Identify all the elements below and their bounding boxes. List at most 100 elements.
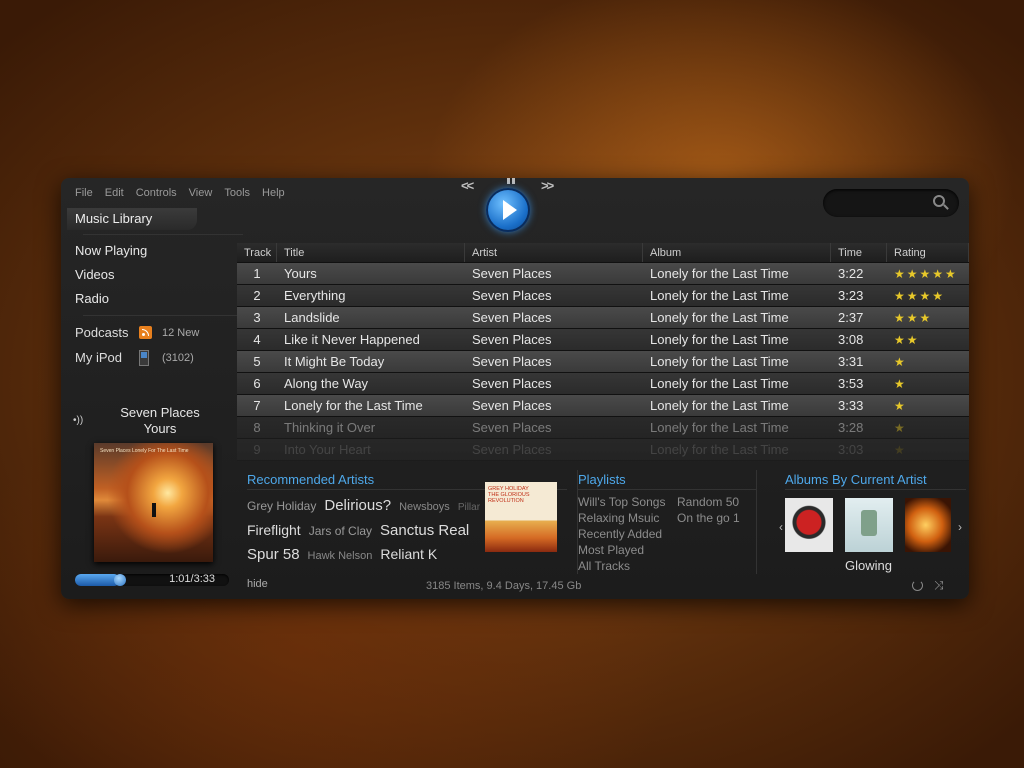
playlist-item[interactable]: All Tracks (578, 558, 677, 574)
sidebar-item-videos[interactable]: Videos (75, 263, 233, 287)
rss-icon (139, 326, 152, 339)
artist-tag[interactable]: Sanctus Real (380, 522, 469, 539)
track-title: Along the Way (284, 376, 369, 391)
pause-icon[interactable] (506, 178, 516, 184)
playlist-item[interactable]: Relaxing Msuic (578, 510, 677, 526)
album-cover-text: Seven Places Lonely For The Last Time (100, 448, 189, 454)
star-rating[interactable]: ★ (887, 351, 969, 372)
artist-tag[interactable]: Hawk Nelson (308, 550, 373, 562)
artist-tag[interactable]: Grey Holiday (247, 499, 316, 513)
track-number: 9 (253, 442, 261, 457)
column-header-rating[interactable]: Rating (887, 243, 969, 262)
sidebar-item-music-library[interactable]: Music Library (67, 208, 197, 230)
sidebar-item-ipod[interactable]: My iPod (3102) (75, 345, 233, 370)
now-playing-panel: •)) Seven Places Yours Seven Places Lone… (71, 405, 229, 586)
track-time: 3:23 (838, 288, 864, 303)
playlists-column-2: Random 50 On the go 1 (677, 494, 740, 574)
star-rating[interactable]: ★ (887, 395, 969, 416)
playlist-item[interactable]: On the go 1 (677, 510, 740, 526)
track-time: 3:33 (838, 398, 864, 413)
star-rating[interactable]: ★★★★ (887, 285, 969, 306)
repeat-icon[interactable] (912, 580, 923, 591)
playlist-item[interactable]: Random 50 (677, 494, 740, 510)
track-title: Into Your Heart (284, 442, 371, 457)
rewind-button[interactable]: << (461, 178, 474, 193)
track-title: Lonely for the Last Time (284, 398, 423, 413)
artist-tag[interactable]: Fireflight (247, 522, 301, 538)
hide-link[interactable]: hide (247, 578, 268, 590)
search-icon[interactable] (933, 195, 945, 207)
column-header-time[interactable]: Time (831, 243, 887, 262)
menu-edit[interactable]: Edit (105, 187, 124, 199)
star-rating[interactable]: ★★★★★ (887, 263, 969, 284)
transport-controls: << >> (441, 178, 571, 232)
playlist-item[interactable]: Will's Top Songs (578, 494, 677, 510)
playlist-item[interactable]: Most Played (578, 542, 677, 558)
track-time: 3:31 (838, 354, 864, 369)
album-art-figure (152, 503, 156, 517)
track-table: Track Title Artist Album Time Rating 1 Yo… (237, 243, 969, 468)
recommended-album-cover[interactable]: GREY HOLIDAY THE GLORIOUS REVOLUTION (485, 482, 557, 552)
track-album: Lonely for the Last Time (650, 288, 789, 303)
star-rating[interactable]: ★ (887, 373, 969, 394)
podcasts-label: Podcasts (75, 325, 129, 340)
chevron-right-icon[interactable]: › (958, 520, 962, 534)
recommended-artists-panel: Recommended Artists Grey Holiday Deliriou… (247, 470, 567, 574)
play-button[interactable] (486, 188, 530, 232)
track-album: Lonely for the Last Time (650, 354, 789, 369)
column-header-album[interactable]: Album (643, 243, 831, 262)
artist-tag[interactable]: Spur 58 (247, 546, 300, 563)
sidebar-item-podcasts[interactable]: Podcasts 12 New (75, 320, 233, 345)
track-album: Lonely for the Last Time (650, 420, 789, 435)
divider (83, 315, 243, 316)
track-time: 3:28 (838, 420, 864, 435)
table-row[interactable]: 6 Along the Way Seven Places Lonely for the… (237, 373, 969, 395)
podcasts-new-count: 12 New (162, 326, 200, 339)
star-rating[interactable]: ★★★ (887, 307, 969, 328)
track-album: Lonely for the Last Time (650, 376, 789, 391)
library-summary: 3185 Items, 9.4 Days, 17.45 Gb (426, 580, 582, 592)
search-input[interactable] (823, 189, 923, 217)
star-rating[interactable]: ★ (887, 417, 969, 438)
artist-tag[interactable]: Newsboys (399, 501, 450, 513)
table-row[interactable]: 2 Everything Seven Places Lonely for the La… (237, 285, 969, 307)
menu-file[interactable]: File (75, 187, 93, 199)
album-thumbnail[interactable] (845, 498, 893, 552)
artist-tag[interactable]: Pillar (458, 502, 480, 513)
track-number: 7 (253, 398, 261, 413)
fast-forward-button[interactable]: >> (541, 178, 554, 193)
track-artist: Seven Places (472, 442, 552, 457)
column-header-artist[interactable]: Artist (465, 243, 643, 262)
star-rating[interactable]: ★★ (887, 329, 969, 350)
album-thumbnail[interactable] (905, 498, 951, 552)
track-time: 3:08 (838, 332, 864, 347)
column-header-title[interactable]: Title (277, 243, 465, 262)
albums-by-artist-title: Albums By Current Artist (785, 470, 966, 490)
artist-tag[interactable]: Jars of Clay (309, 524, 372, 538)
artist-tag[interactable]: Delirious? (324, 497, 391, 514)
table-row[interactable]: 3 Landslide Seven Places Lonely for the Las… (237, 307, 969, 329)
table-row[interactable]: 8 Thinking it Over Seven Places Lonely for … (237, 417, 969, 439)
recommended-cover-text: GREY HOLIDAY THE GLORIOUS REVOLUTION (488, 486, 530, 504)
album-thumbnail[interactable] (785, 498, 833, 552)
track-number: 8 (253, 420, 261, 435)
menu-bar: File Edit Controls View Tools Help (75, 187, 285, 199)
column-header-track[interactable]: Track (237, 243, 277, 262)
table-row[interactable]: 7 Lonely for the Last Time Seven Places Lon… (237, 395, 969, 417)
sidebar-item-radio[interactable]: Radio (75, 287, 233, 311)
menu-help[interactable]: Help (262, 187, 285, 199)
chevron-left-icon[interactable]: ‹ (779, 520, 783, 534)
table-row[interactable]: 5 It Might Be Today Seven Places Lonely for… (237, 351, 969, 373)
menu-tools[interactable]: Tools (224, 187, 250, 199)
star-rating[interactable]: ★ (887, 439, 969, 460)
playlist-item[interactable]: Recently Added (578, 526, 677, 542)
table-row[interactable]: 9 Into Your Heart Seven Places Lonely for t… (237, 439, 969, 461)
track-artist: Seven Places (472, 354, 552, 369)
table-row[interactable]: 4 Like it Never Happened Seven Places Lonel… (237, 329, 969, 351)
sidebar-item-now-playing[interactable]: Now Playing (75, 239, 233, 263)
artist-tag[interactable]: Reliant K (380, 546, 437, 562)
table-row[interactable]: 1 Yours Seven Places Lonely for the Last Ti… (237, 263, 969, 285)
menu-controls[interactable]: Controls (136, 187, 177, 199)
shuffle-icon[interactable]: ⤨ (934, 578, 944, 593)
menu-view[interactable]: View (189, 187, 213, 199)
